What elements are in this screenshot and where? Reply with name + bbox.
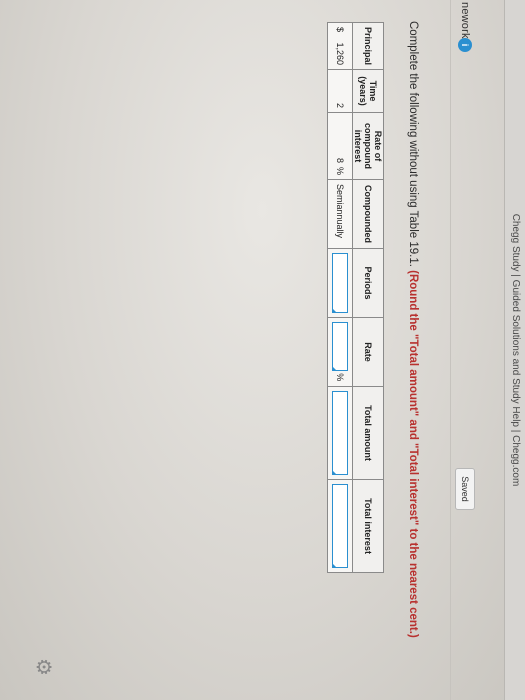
cell-principal: $ 1,260 (327, 22, 353, 70)
table-row: $ 1,260 2 8% Semiannually % (327, 22, 353, 573)
table-header-row: Principal Time (years) Rate of compound … (352, 22, 384, 573)
header-periods: Periods (352, 248, 384, 318)
header-compounded: Compounded (352, 179, 384, 249)
input-corner-marker-icon (332, 308, 337, 314)
gear-icon[interactable]: ⚙ (31, 655, 55, 679)
header-total-amount: Total amount (352, 386, 384, 480)
header-time-years: Time (years) (352, 69, 384, 113)
rate-compound-value: 8 (335, 157, 345, 163)
header-divider (450, 0, 451, 700)
info-badge-icon[interactable]: i (458, 38, 472, 52)
input-corner-marker-icon (332, 563, 337, 569)
homework-title: nework (459, 2, 471, 39)
cell-periods (327, 248, 353, 318)
total-amount-input[interactable] (332, 391, 348, 476)
instruction-text: Complete the following without using Tab… (407, 21, 419, 271)
instruction-rounding-note: (Round the "Total amount" and "Total int… (407, 270, 419, 638)
cell-time: 2 (327, 69, 353, 113)
input-corner-marker-icon (332, 470, 337, 476)
header-rate: Rate (352, 317, 384, 387)
total-interest-input[interactable] (332, 484, 348, 569)
time-value: 2 (335, 103, 345, 109)
header-rate-compound-interest: Rate of compound interest (352, 112, 384, 180)
compounded-value: Semiannually (335, 184, 345, 239)
compound-interest-table: Principal Time (years) Rate of compound … (327, 22, 384, 573)
browser-tab-bar: Chegg Study | Guided Solutions and Study… (504, 0, 525, 700)
principal-value: 1,260 (335, 42, 345, 66)
currency-symbol: $ (335, 27, 345, 33)
rate-compound-unit: % (335, 167, 345, 176)
question-instructions: Complete the following without using Tab… (406, 21, 420, 681)
header-principal: Principal (352, 22, 384, 70)
periods-input[interactable] (332, 253, 348, 314)
cell-total-interest (327, 479, 353, 573)
cell-compounded: Semiannually (327, 179, 353, 249)
cell-total-amount (327, 386, 353, 480)
rate-input[interactable] (332, 322, 348, 372)
browser-tab-title[interactable]: Chegg Study | Guided Solutions and Study… (510, 0, 521, 700)
cell-rate: % (327, 317, 353, 387)
cell-rate-compound: 8% (327, 112, 353, 180)
saved-button[interactable]: Saved (455, 468, 475, 510)
input-corner-marker-icon (332, 366, 337, 372)
header-total-interest: Total interest (352, 479, 384, 573)
rotated-screen: Chegg Study | Guided Solutions and Study… (0, 0, 525, 700)
rate-input-unit: % (335, 373, 345, 382)
